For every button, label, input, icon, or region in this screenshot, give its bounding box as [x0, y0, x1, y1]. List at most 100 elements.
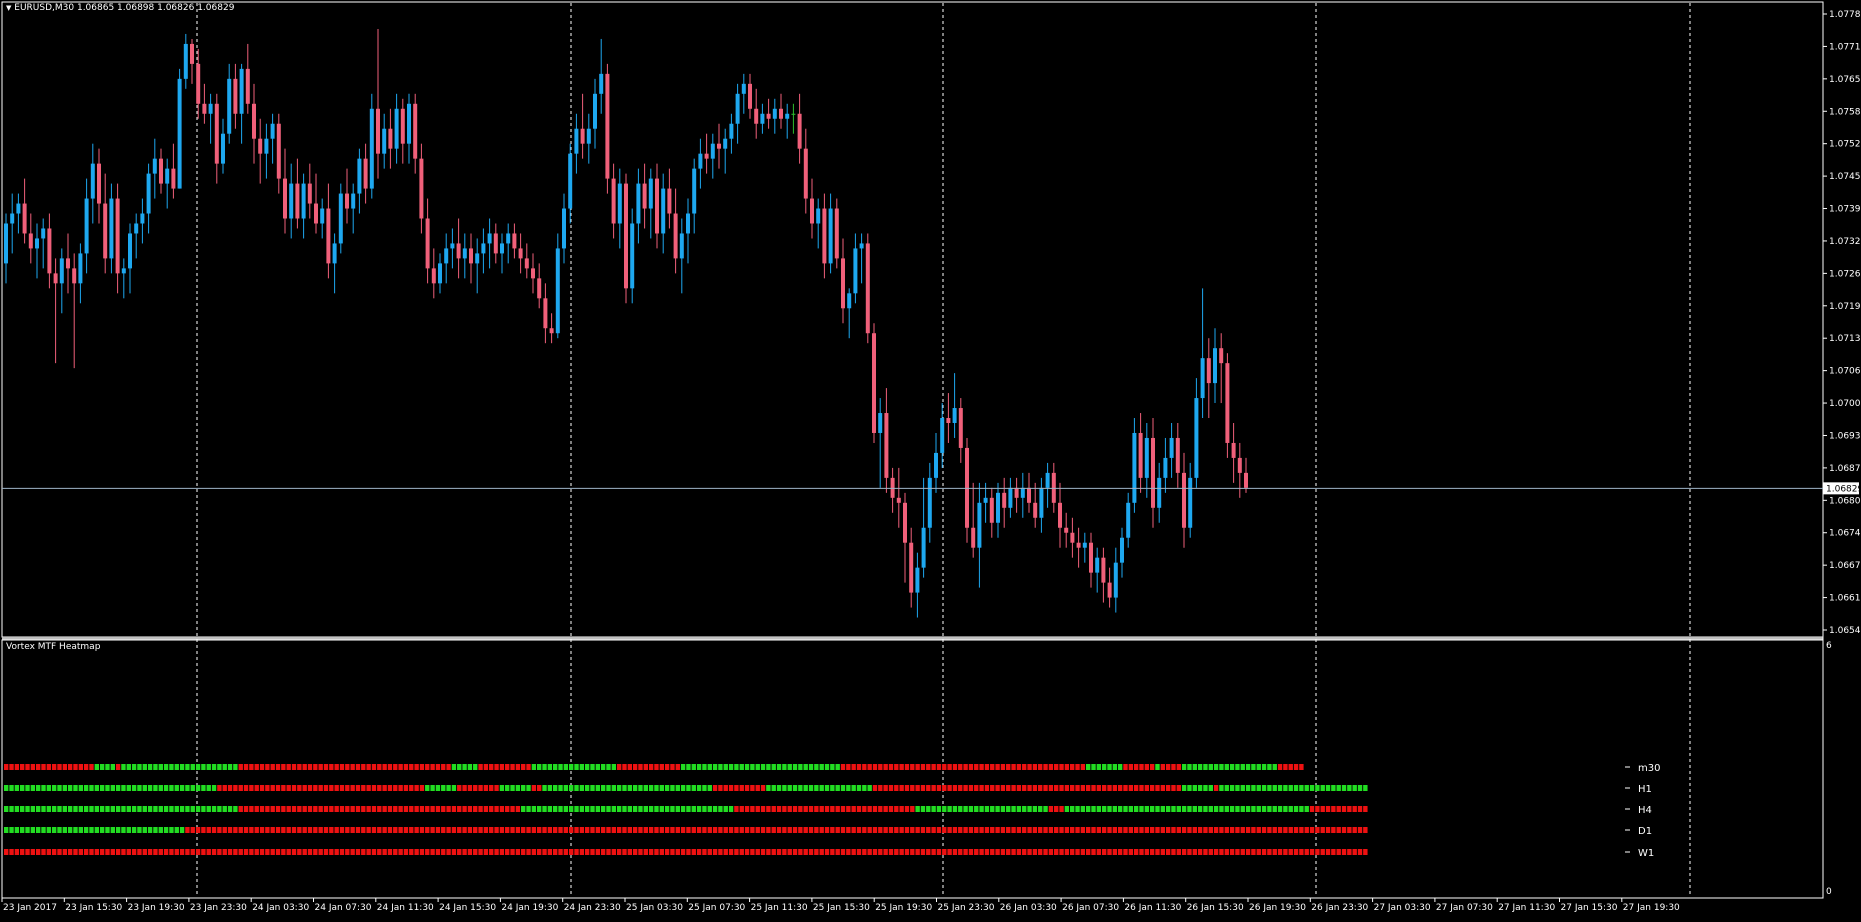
heatmap-cell — [798, 827, 803, 833]
heatmap-cell — [339, 764, 345, 770]
heatmap-cell — [872, 849, 878, 855]
heatmap-cell — [702, 785, 707, 791]
heatmap-cell — [664, 806, 670, 812]
heatmap-cell — [1315, 827, 1320, 833]
heatmap-cell — [1277, 827, 1283, 833]
heatmap-cell — [350, 764, 355, 770]
heatmap-cell — [403, 806, 409, 812]
heatmap-cell — [393, 764, 398, 770]
heatmap-cell — [478, 806, 483, 812]
heatmap-cell — [979, 849, 984, 855]
heatmap-cell — [243, 806, 249, 812]
heatmap-cell — [771, 785, 776, 791]
symbol-info-line[interactable]: ▼ EURUSD,M30 1.06865 1.06898 1.06826 1.0… — [6, 3, 234, 14]
heatmap-cell — [297, 806, 302, 812]
heatmap-cell — [979, 827, 984, 833]
heatmap-cell — [558, 785, 563, 791]
heatmap-row-label: W1 — [1638, 848, 1654, 859]
heatmap-cell — [78, 806, 84, 812]
heatmap-cell — [1272, 827, 1277, 833]
heatmap-cell — [1064, 764, 1070, 770]
heatmap-cell — [558, 806, 563, 812]
heatmap-cell — [568, 785, 574, 791]
heatmap-row-w1 — [4, 849, 1368, 855]
heatmap-cell — [1059, 827, 1064, 833]
heatmap-cell — [89, 785, 94, 791]
heatmap-cell — [846, 827, 851, 833]
heatmap-cell — [451, 785, 457, 791]
heatmap-cell — [627, 849, 633, 855]
heatmap-cell — [1315, 806, 1320, 812]
candle — [927, 462, 932, 543]
heatmap-cell — [1315, 785, 1320, 791]
heatmap-cell — [1347, 827, 1352, 833]
heatmap-cell — [1075, 806, 1080, 812]
heatmap-cell — [1075, 764, 1080, 770]
heatmap-cell — [126, 806, 131, 812]
heatmap-cell — [227, 806, 233, 812]
price-label: 1.07000 — [1829, 399, 1861, 409]
heatmap-cell — [883, 827, 888, 833]
heatmap-cell — [137, 827, 142, 833]
candle — [859, 233, 864, 284]
collapse-triangle-icon[interactable]: ▼ — [6, 4, 11, 12]
heatmap-cell — [750, 785, 755, 791]
heatmap-cell — [1075, 785, 1080, 791]
heatmap-cell — [1149, 785, 1155, 791]
heatmap-cell — [1272, 849, 1277, 855]
heatmap-cell — [718, 785, 723, 791]
heatmap-cell — [739, 806, 744, 812]
candle — [1113, 547, 1118, 613]
heatmap-cell — [1213, 827, 1219, 833]
heatmap-cell — [936, 827, 942, 833]
heatmap-cell — [158, 827, 163, 833]
heatmap-cell — [190, 764, 195, 770]
candle — [599, 38, 604, 114]
heatmap-cell — [563, 827, 569, 833]
heatmap-cell — [1149, 827, 1155, 833]
heatmap-cell — [462, 764, 467, 770]
time-label: 27 Jan 19:30 — [1623, 903, 1680, 913]
heatmap-cell — [483, 827, 489, 833]
candle — [934, 432, 938, 493]
heatmap-cell — [899, 849, 904, 855]
heatmap-cell — [510, 806, 515, 812]
heatmap-cell — [904, 806, 910, 812]
candle — [419, 143, 424, 234]
heatmap-cell — [142, 849, 147, 855]
heatmap-cell — [1331, 827, 1336, 833]
heatmap-cell — [51, 785, 57, 791]
heatmap-cell — [233, 806, 238, 812]
chart-canvas[interactable]: m30H1H4D1W1 1.068291.077801.077151.07650… — [0, 0, 1861, 918]
heatmap-cell — [707, 849, 712, 855]
heatmap-cell — [254, 849, 259, 855]
heatmap-cell — [1245, 764, 1251, 770]
heatmap-cell — [1277, 849, 1283, 855]
heatmap-cell — [755, 764, 760, 770]
heatmap-cell — [238, 827, 243, 833]
heatmap-cell — [265, 849, 270, 855]
heatmap-cell — [952, 764, 958, 770]
candle — [549, 313, 554, 344]
heatmap-cell — [1197, 849, 1203, 855]
heatmap-cell — [1107, 806, 1112, 812]
heatmap-cell — [1363, 827, 1368, 833]
heatmap-cell — [19, 785, 25, 791]
heatmap-cell — [131, 806, 137, 812]
heatmap-cell — [334, 785, 339, 791]
heatmap-cell — [1155, 785, 1160, 791]
heatmap-cell — [611, 806, 617, 812]
heatmap-cell — [718, 827, 723, 833]
heatmap-cell — [1043, 827, 1048, 833]
heatmap-cell — [1256, 764, 1261, 770]
heatmap-cell — [243, 827, 249, 833]
heatmap-cell — [99, 764, 105, 770]
heatmap-cell — [307, 764, 313, 770]
heatmap-cell — [350, 785, 355, 791]
heatmap-cell — [419, 806, 425, 812]
heatmap-cell — [963, 849, 968, 855]
heatmap-cell — [632, 764, 638, 770]
heatmap-cell — [302, 827, 307, 833]
heatmap-cell — [632, 827, 638, 833]
heatmap-cell — [568, 806, 574, 812]
